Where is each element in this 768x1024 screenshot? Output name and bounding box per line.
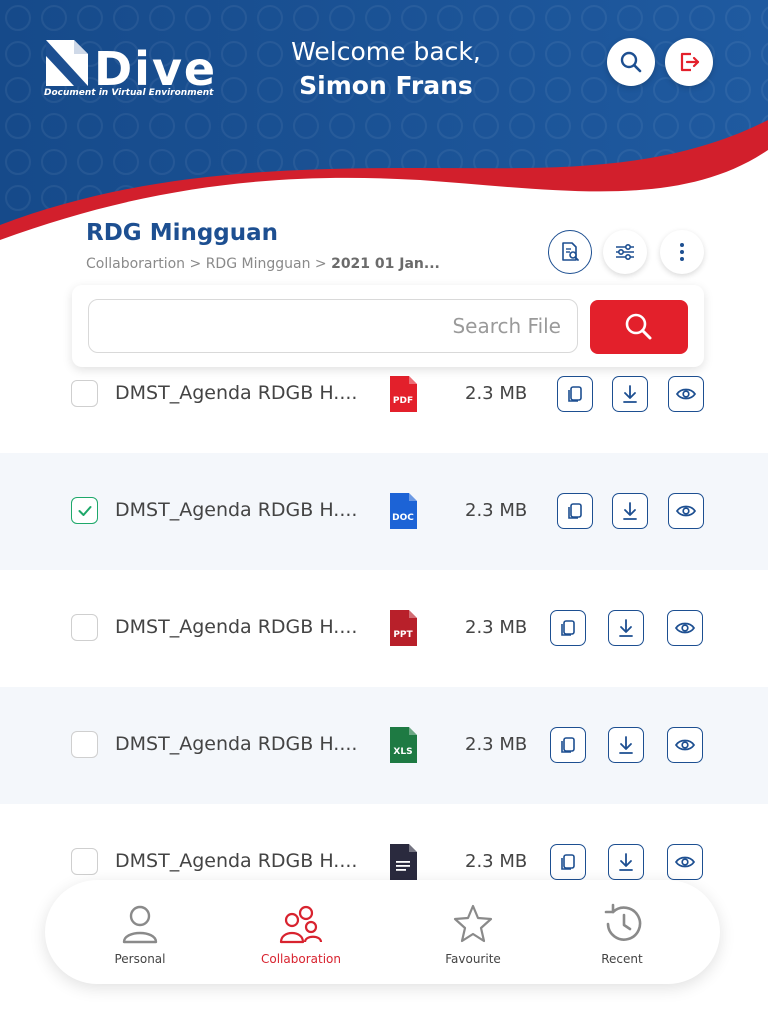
copy-button[interactable] <box>550 727 586 763</box>
file-name[interactable]: DMST_Agenda RDGB H.... <box>115 499 357 521</box>
copy-icon <box>561 854 575 870</box>
file-checkbox[interactable] <box>71 614 98 641</box>
nav-collaboration[interactable]: Collaboration <box>231 880 371 984</box>
download-button[interactable] <box>608 610 644 646</box>
nav-recent-label: Recent <box>601 952 643 966</box>
download-button[interactable] <box>612 493 648 529</box>
history-icon <box>604 903 642 941</box>
svg-text:PDF: PDF <box>393 396 413 406</box>
eye-icon <box>674 856 696 868</box>
copy-button[interactable] <box>557 493 593 529</box>
eye-icon <box>675 505 697 517</box>
file-type-txt-icon <box>387 841 419 883</box>
person-icon <box>122 905 158 944</box>
view-button[interactable] <box>668 493 704 529</box>
welcome-message: Welcome back, Simon Frans <box>236 36 536 104</box>
search-icon <box>625 313 652 340</box>
file-type-xls-icon: XLS <box>387 724 419 766</box>
filter-sliders-icon <box>616 244 634 261</box>
file-size: 2.3 MB <box>465 383 528 404</box>
file-name[interactable]: DMST_Agenda RDGB H.... <box>115 733 357 755</box>
download-button[interactable] <box>612 376 648 412</box>
document-search-button[interactable] <box>548 230 592 274</box>
download-button[interactable] <box>608 727 644 763</box>
file-size: 2.3 MB <box>465 617 528 638</box>
document-search-icon <box>562 242 579 261</box>
file-name[interactable]: DMST_Agenda RDGB H.... <box>115 850 357 872</box>
file-size: 2.3 MB <box>465 500 528 521</box>
search-icon <box>620 51 642 73</box>
file-checkbox[interactable] <box>71 497 98 524</box>
search-file-input[interactable] <box>88 299 578 353</box>
view-button[interactable] <box>667 727 703 763</box>
logo-tagline: Document in Virtual Environment <box>44 88 214 98</box>
svg-text:DOC: DOC <box>392 513 414 523</box>
breadcrumb-path[interactable]: Collaborartion > RDG Mingguan > <box>86 256 331 272</box>
svg-text:XLS: XLS <box>393 747 412 757</box>
nav-favourite[interactable]: Favourite <box>403 880 543 984</box>
file-name[interactable]: DMST_Agenda RDGB H.... <box>115 616 357 638</box>
logout-button[interactable] <box>665 38 713 86</box>
eye-icon <box>674 739 696 751</box>
copy-button[interactable] <box>550 844 586 880</box>
nav-collaboration-label: Collaboration <box>261 952 341 966</box>
more-options-button[interactable] <box>660 230 704 274</box>
copy-icon <box>568 386 582 402</box>
nav-personal[interactable]: Personal <box>70 880 210 984</box>
user-name: Simon Frans <box>299 71 473 100</box>
search-panel <box>72 285 704 367</box>
view-button[interactable] <box>667 844 703 880</box>
download-icon <box>619 736 633 754</box>
file-row[interactable]: DMST_Agenda RDGB H.... PPT 2.3 MB <box>0 570 768 687</box>
nav-personal-label: Personal <box>114 952 166 966</box>
download-icon <box>623 385 637 403</box>
eye-icon <box>675 388 697 400</box>
group-icon <box>279 905 323 944</box>
svg-text:PPT: PPT <box>393 630 413 640</box>
download-icon <box>619 853 633 871</box>
file-type-doc-icon: DOC <box>387 490 419 532</box>
filter-button[interactable] <box>603 230 647 274</box>
file-row[interactable]: DMST_Agenda RDGB H.... XLS 2.3 MB <box>0 687 768 804</box>
view-button[interactable] <box>668 376 704 412</box>
logo-wordmark: Dive <box>94 42 218 96</box>
check-icon <box>78 505 91 516</box>
copy-button[interactable] <box>550 610 586 646</box>
copy-icon <box>561 737 575 753</box>
file-size: 2.3 MB <box>465 851 528 872</box>
download-button[interactable] <box>608 844 644 880</box>
download-icon <box>619 619 633 637</box>
file-list: DMST_Agenda RDGB H.... PDF 2.3 MB DMST_Agen… <box>0 336 768 921</box>
bottom-navigation: Personal Collaboration Favourite Recent <box>45 880 720 984</box>
more-vertical-icon <box>680 243 684 261</box>
welcome-greeting: Welcome back, <box>291 37 481 66</box>
copy-icon <box>561 620 575 636</box>
copy-icon <box>568 503 582 519</box>
search-submit-button[interactable] <box>590 300 688 354</box>
view-button[interactable] <box>667 610 703 646</box>
nav-recent[interactable]: Recent <box>552 880 692 984</box>
file-checkbox[interactable] <box>71 848 98 875</box>
breadcrumb: Collaborartion > RDG Mingguan > 2021 01 … <box>86 256 440 272</box>
header-search-button[interactable] <box>607 38 655 86</box>
folder-title: RDG Mingguan <box>86 220 279 246</box>
logout-icon <box>680 52 700 72</box>
file-type-ppt-icon: PPT <box>387 607 419 649</box>
file-type-pdf-icon: PDF <box>387 373 419 415</box>
file-checkbox[interactable] <box>71 731 98 758</box>
file-size: 2.3 MB <box>465 734 528 755</box>
file-checkbox[interactable] <box>71 380 98 407</box>
file-name[interactable]: DMST_Agenda RDGB H.... <box>115 382 357 404</box>
file-row[interactable]: DMST_Agenda RDGB H.... DOC 2.3 MB <box>0 453 768 570</box>
copy-button[interactable] <box>557 376 593 412</box>
star-icon <box>453 904 493 943</box>
download-icon <box>623 502 637 520</box>
logo-mark-icon <box>46 40 88 86</box>
nav-favourite-label: Favourite <box>445 952 501 966</box>
eye-icon <box>674 622 696 634</box>
breadcrumb-current: 2021 01 Jan... <box>331 256 440 272</box>
dive-logo: Dive Document in Virtual Environment <box>44 30 224 102</box>
